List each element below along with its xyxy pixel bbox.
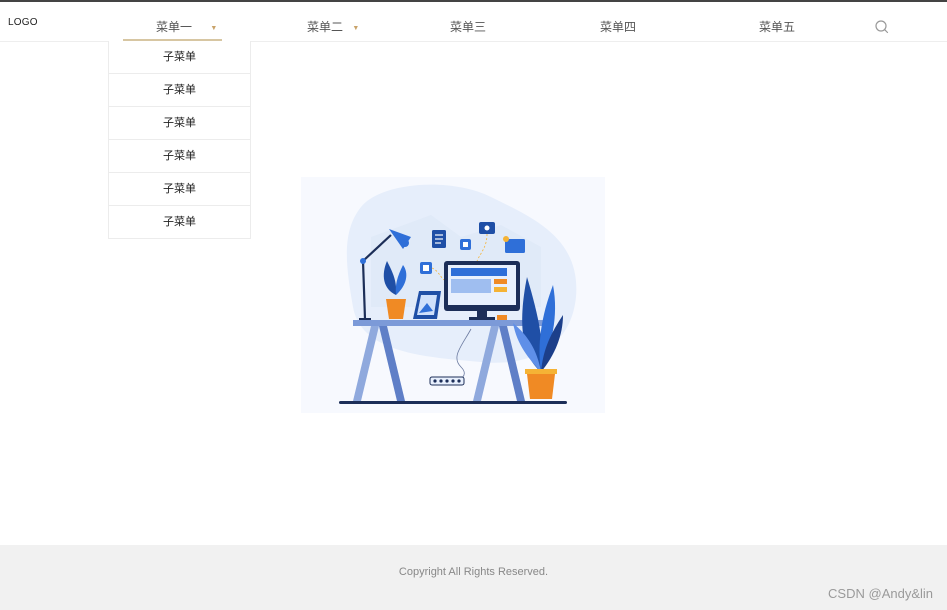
submenu-dropdown: 子菜单 子菜单 子菜单 子菜单 子菜单 子菜单: [108, 41, 251, 239]
nav-item-menu1[interactable]: 菜单一 ▼: [156, 18, 217, 35]
nav-item-label: 菜单五: [759, 20, 796, 34]
watermark-text: CSDN @Andy&lin: [828, 586, 933, 601]
submenu-item[interactable]: 子菜单: [109, 140, 250, 173]
copyright-text: Copyright All Rights Reserved.: [398, 566, 549, 578]
submenu-item[interactable]: 子菜单: [109, 173, 250, 206]
nav-item-label: 菜单四: [600, 20, 637, 34]
nav-item-menu3[interactable]: 菜单三: [450, 18, 486, 35]
top-navbar: LOGO 菜单一 ▼ 菜单二 ▼ 菜单三 菜单四 菜单五: [0, 2, 947, 42]
workspace-illustration: [301, 177, 605, 413]
footer: Copyright All Rights Reserved. CSDN @And…: [0, 545, 947, 610]
logo[interactable]: LOGO: [8, 17, 38, 28]
submenu-item[interactable]: 子菜单: [109, 206, 250, 238]
submenu-item[interactable]: 子菜单: [109, 107, 250, 140]
nav-item-label: 菜单一: [156, 20, 193, 34]
chevron-down-icon: ▼: [210, 25, 218, 32]
nav-item-menu2[interactable]: 菜单二 ▼: [307, 18, 359, 35]
nav-item-label: 菜单二: [307, 20, 344, 34]
submenu-item[interactable]: 子菜单: [109, 74, 250, 107]
search-icon[interactable]: [874, 19, 890, 35]
chevron-down-icon: ▼: [352, 25, 360, 32]
nav-item-menu5[interactable]: 菜单五: [759, 18, 795, 35]
nav-item-menu4[interactable]: 菜单四: [600, 18, 636, 35]
nav-item-label: 菜单三: [450, 20, 487, 34]
submenu-item[interactable]: 子菜单: [109, 41, 250, 74]
